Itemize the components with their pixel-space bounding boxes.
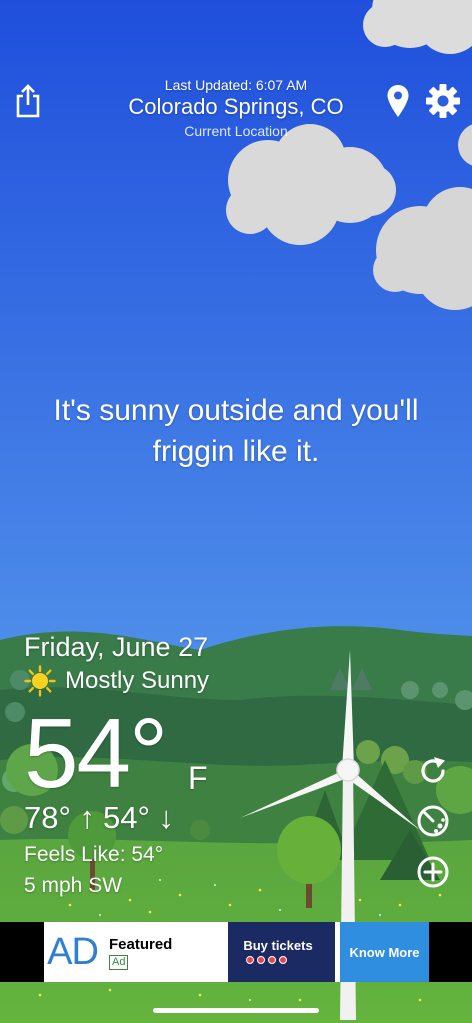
weather-message: It's sunny outside and you'll friggin li… — [53, 394, 419, 468]
ad-cta-button[interactable]: Know More — [340, 922, 429, 982]
ad-label: Ad — [109, 955, 129, 970]
weather-scene — [0, 0, 472, 1023]
ad-featured-text: Featured — [109, 936, 173, 953]
location-pin-icon — [387, 85, 409, 117]
high-low-temperatures: 78° ↑ 54° ↓ — [24, 800, 174, 836]
gear-icon — [426, 84, 460, 118]
high-temperature: 78° ↑ — [24, 800, 95, 835]
ad-promo-icons — [246, 956, 287, 964]
forecast-date: Friday, June 27 — [24, 632, 209, 662]
ticket-icon — [268, 956, 276, 964]
low-temperature: 54° ↓ — [103, 800, 174, 835]
condition-text: Mostly Sunny — [65, 667, 210, 694]
ad-promo-text: Buy tickets — [243, 938, 313, 953]
wind-text: 5 mph SW — [24, 874, 123, 897]
temperature-unit[interactable]: F — [188, 760, 208, 797]
add-icon — [417, 856, 449, 888]
radar-icon — [417, 805, 449, 837]
ticket-icon — [257, 956, 265, 964]
refresh-icon — [421, 757, 445, 783]
current-temperature: 54° — [24, 698, 168, 808]
settings-button[interactable] — [424, 82, 462, 120]
ticket-icon — [279, 956, 287, 964]
feels-like-text: Feels Like: 54° — [24, 843, 164, 866]
add-location-button[interactable] — [414, 853, 452, 891]
sun-icon — [24, 665, 56, 697]
location-subtitle: Current Location — [184, 123, 288, 139]
radar-button[interactable] — [414, 802, 452, 840]
location-button[interactable] — [384, 82, 412, 120]
condition-row: Mostly Sunny — [24, 665, 209, 697]
refresh-button[interactable] — [414, 752, 452, 790]
cloud-top-right — [363, 0, 472, 54]
ticket-icon — [246, 956, 254, 964]
home-indicator[interactable] — [153, 1008, 319, 1013]
ad-mark: AD — [47, 930, 99, 973]
